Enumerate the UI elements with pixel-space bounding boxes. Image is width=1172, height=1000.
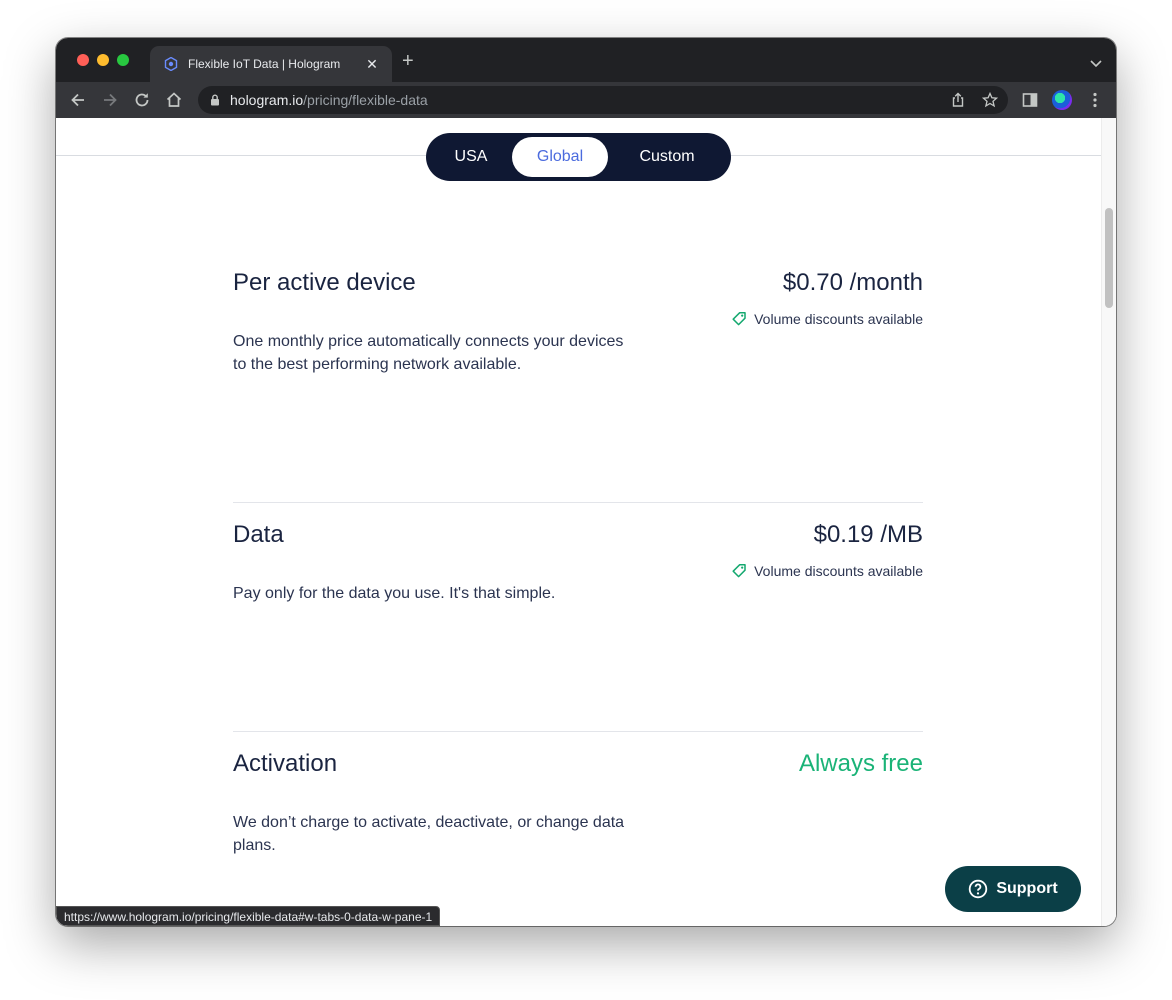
scrollbar-thumb[interactable] xyxy=(1105,208,1113,308)
region-tabs: USA Global Custom xyxy=(426,133,731,181)
tab-title: Flexible IoT Data | Hologram xyxy=(188,57,341,71)
tab-strip: Flexible IoT Data | Hologram ✕ + xyxy=(56,38,1116,82)
more-menu-icon[interactable] xyxy=(1086,91,1104,109)
pricing-row-data: Data $0.19 /MB Volume discounts availabl… xyxy=(233,521,923,611)
row-price-free: Always free xyxy=(798,750,923,777)
address-bar[interactable]: hologram.io/pricing/flexible-data xyxy=(198,86,1008,114)
row-description: One monthly price automatically connects… xyxy=(233,333,624,373)
support-label: Support xyxy=(996,880,1058,897)
tab-custom[interactable]: Custom xyxy=(608,137,726,177)
zoom-window-button[interactable] xyxy=(117,54,129,66)
home-icon[interactable] xyxy=(164,90,184,110)
row-description: Pay only for the data you use. It's that… xyxy=(233,585,556,602)
browser-window: Flexible IoT Data | Hologram ✕ + hologra… xyxy=(56,38,1116,926)
row-price: $0.70 /month xyxy=(782,269,923,296)
lock-icon[interactable] xyxy=(210,94,220,106)
tab-search-chevron-icon[interactable] xyxy=(1090,55,1102,68)
row-price: $0.19 /MB xyxy=(813,521,923,548)
help-circle-icon xyxy=(968,879,988,899)
link-status-bar: https://www.hologram.io/pricing/flexible… xyxy=(56,906,441,926)
pricing-row-activation: Activation Always free We don’t charge t… xyxy=(233,750,923,860)
discount-text: Volume discounts available xyxy=(754,563,923,579)
bookmark-star-icon[interactable] xyxy=(981,91,999,108)
hologram-favicon-icon xyxy=(164,57,178,71)
minimize-window-button[interactable] xyxy=(97,54,109,66)
tab-global[interactable]: Global xyxy=(512,137,608,177)
new-tab-button[interactable]: + xyxy=(402,51,414,71)
url-path: /pricing/flexible-data xyxy=(303,92,428,108)
profile-avatar[interactable] xyxy=(1052,90,1072,110)
discount-text: Volume discounts available xyxy=(754,311,923,327)
row-title: Per active device xyxy=(233,269,416,296)
tab-usa[interactable]: USA xyxy=(430,137,512,177)
row-title: Data xyxy=(233,521,284,548)
reload-icon[interactable] xyxy=(132,90,152,110)
section-divider xyxy=(233,502,923,503)
volume-discount-note: Volume discounts available xyxy=(731,311,923,327)
close-window-button[interactable] xyxy=(77,54,89,66)
forward-arrow-icon[interactable] xyxy=(100,90,120,110)
url-text: hologram.io/pricing/flexible-data xyxy=(230,92,428,108)
browser-tab[interactable]: Flexible IoT Data | Hologram ✕ xyxy=(150,46,392,82)
share-icon[interactable] xyxy=(950,92,966,108)
back-arrow-icon[interactable] xyxy=(68,90,88,110)
volume-discount-note: Volume discounts available xyxy=(731,563,923,579)
row-title: Activation xyxy=(233,750,338,777)
section-divider xyxy=(233,731,923,732)
price-tag-icon xyxy=(731,563,747,579)
scrollbar-track[interactable] xyxy=(1101,118,1116,926)
price-tag-icon xyxy=(731,311,747,327)
side-panel-icon[interactable] xyxy=(1021,91,1039,109)
pricing-row-active-device: Per active device $0.70 /month Volume di… xyxy=(233,269,923,379)
browser-toolbar: hologram.io/pricing/flexible-data xyxy=(56,82,1116,118)
support-button[interactable]: Support xyxy=(945,866,1081,912)
url-host: hologram.io xyxy=(230,92,304,108)
row-description: We don’t charge to activate, deactivate,… xyxy=(233,814,625,854)
tab-close-icon[interactable]: ✕ xyxy=(364,56,380,73)
page-content: USA Global Custom Per active device $0.7… xyxy=(56,118,1116,926)
